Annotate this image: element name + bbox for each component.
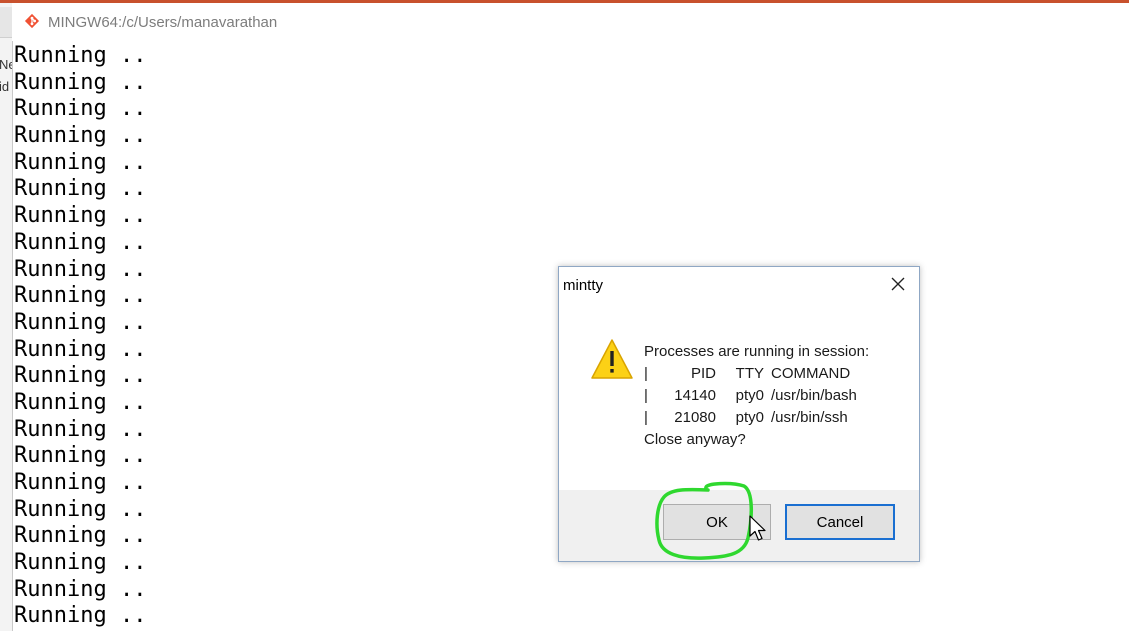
background-text: id bbox=[0, 79, 10, 94]
process-command: /usr/bin/bash bbox=[771, 387, 857, 404]
header-command: COMMAND bbox=[771, 365, 851, 382]
terminal-line: Running .. bbox=[14, 576, 147, 602]
terminal-line: Running .. bbox=[14, 69, 147, 95]
table-separator: | bbox=[644, 387, 648, 404]
cancel-button[interactable]: Cancel bbox=[785, 504, 895, 540]
process-pid: 14140 bbox=[674, 387, 716, 404]
terminal-title-bar[interactable]: MINGW64:/c/Users/manavarathan bbox=[12, 3, 1129, 41]
terminal-line: Running .. bbox=[14, 149, 147, 175]
terminal-line: Running .. bbox=[14, 176, 147, 202]
dialog-message: Processes are running in session: | PID … bbox=[644, 341, 869, 451]
process-command: /usr/bin/ssh bbox=[771, 409, 848, 426]
background-toolbar bbox=[0, 7, 12, 38]
terminal-line: Running .. bbox=[14, 229, 147, 255]
terminal-line: Running .. bbox=[14, 203, 147, 229]
close-question: Close anyway? bbox=[644, 431, 746, 448]
window-title: MINGW64:/c/Users/manavarathan bbox=[48, 14, 278, 31]
process-pid: 21080 bbox=[674, 409, 716, 426]
mouse-pointer-icon bbox=[749, 515, 769, 543]
table-separator: | bbox=[644, 409, 648, 426]
process-tty: pty0 bbox=[735, 387, 764, 404]
mintty-close-dialog[interactable]: mintty Processes are running in session:… bbox=[558, 266, 920, 562]
header-pid: PID bbox=[690, 365, 716, 382]
table-separator: | bbox=[644, 365, 648, 382]
git-icon bbox=[24, 13, 40, 29]
terminal-line: Running .. bbox=[14, 603, 147, 629]
header-tty: TTY bbox=[735, 365, 764, 382]
warning-icon bbox=[590, 338, 634, 380]
background-text: Ne bbox=[0, 57, 12, 72]
message-heading: Processes are running in session: bbox=[644, 343, 870, 360]
process-row: | 21080 pty0 /usr/bin/ssh bbox=[644, 407, 869, 429]
process-table-header: | PID TTY COMMAND bbox=[644, 363, 869, 385]
close-icon[interactable] bbox=[881, 271, 915, 299]
dialog-button-bar: OK Cancel bbox=[559, 490, 919, 561]
process-row: | 14140 pty0 /usr/bin/bash bbox=[644, 385, 869, 407]
background-window-edge: Ne id bbox=[0, 3, 13, 631]
process-tty: pty0 bbox=[735, 409, 764, 426]
terminal-line: Running .. bbox=[14, 43, 147, 68]
terminal-line: Running .. bbox=[14, 123, 147, 149]
dialog-title: mintty bbox=[563, 277, 604, 294]
terminal-line: Running .. bbox=[14, 96, 147, 122]
